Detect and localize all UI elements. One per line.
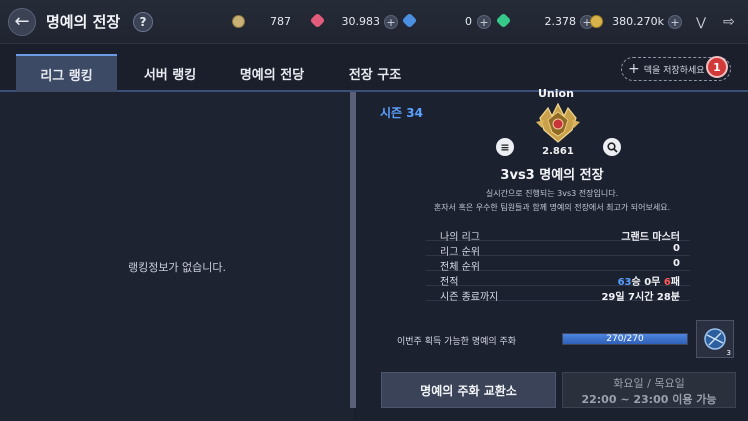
honor-coin-label: 이번주 획득 가능한 명예의 주화: [397, 337, 517, 347]
union-name: Union: [538, 87, 574, 100]
save-deck-label: 덱을 저장하세요: [643, 65, 705, 76]
exit-icon[interactable]: ⇨: [720, 13, 738, 31]
honor-coin-item[interactable]: 3: [696, 320, 734, 358]
stat-row-season-end: 시즌 종료까지 29일 7시간 28분: [426, 286, 690, 303]
stats-table: 나의 리그 그랜드 마스터 리그 순위 0 전체 순위 0 전적 63승 0무 …: [426, 226, 690, 303]
mode-title: 3vs3 명예의 전장: [500, 168, 604, 183]
search-icon: [606, 141, 618, 153]
back-button[interactable]: ←: [8, 8, 36, 36]
schedule-days: 화요일 / 목요일: [613, 377, 685, 390]
ranking-list-panel: 랭킹정보가 없습니다.: [0, 92, 354, 421]
add-currency-button[interactable]: +: [477, 15, 491, 29]
green-gem-icon: [495, 12, 512, 29]
currency-value: 0: [465, 15, 472, 28]
mode-description-line2: 혼자서 혹은 우수한 팀원들과 함께 명예의 전장에서 최고가 되어보세요.: [433, 203, 671, 212]
tab-battlefield-structure[interactable]: 전장 구조: [330, 54, 420, 92]
tab-server-ranking[interactable]: 서버 랭킹: [124, 54, 216, 92]
mode-description-line1: 실시간으로 진행되는 3vs3 전장입니다.: [485, 189, 619, 198]
add-currency-button[interactable]: +: [668, 15, 682, 29]
progress-text: 270/270: [606, 334, 644, 344]
currency-value: 2.378: [544, 15, 577, 28]
grand-master-emblem-icon: [536, 102, 580, 143]
currency-value: 380.270k: [612, 15, 664, 28]
honor-coin-exchange-button[interactable]: 명예의 주화 교환소: [381, 372, 556, 408]
league-score: 2.861: [542, 146, 574, 157]
season-label: 시즌 34: [380, 106, 423, 120]
schedule-info: 화요일 / 목요일 22:00 ~ 23:00 이용 가능: [562, 372, 736, 408]
empty-ranking-message: 랭킹정보가 없습니다.: [127, 261, 227, 274]
stat-row-record: 전적 63승 0무 6패: [426, 271, 690, 288]
honor-coin-progress: 270/270: [562, 333, 688, 345]
schedule-time: 22:00 ~ 23:00 이용 가능: [581, 393, 717, 406]
help-button[interactable]: ?: [133, 12, 153, 32]
arrow-left-icon: ←: [14, 11, 30, 32]
top-bar: ← 명예의 전장 ? 787 30.983 + 0 + 2.378 + 380.…: [0, 0, 748, 44]
honor-coin-icon: [704, 328, 726, 350]
chevron-double-down-icon[interactable]: ⋁: [692, 13, 710, 31]
stat-row-my-league: 나의 리그 그랜드 마스터: [426, 226, 690, 243]
menu-icon: ≡: [500, 140, 510, 154]
page-title: 명예의 전장: [46, 13, 121, 31]
currency-value: 30.983: [341, 15, 381, 28]
tab-hall-of-fame[interactable]: 명예의 전당: [224, 54, 320, 92]
stat-label: 시즌 종료까지: [440, 292, 499, 303]
search-button[interactable]: [603, 138, 621, 156]
stat-row-total-rank: 전체 순위 0: [426, 256, 690, 273]
stat-row-league-rank: 리그 순위 0: [426, 241, 690, 258]
stat-value: 0: [673, 243, 680, 254]
menu-list-button[interactable]: ≡: [496, 138, 514, 156]
coin-stack-icon: [232, 15, 245, 28]
tab-league-ranking[interactable]: 리그 랭킹: [16, 54, 117, 92]
add-currency-button[interactable]: +: [384, 15, 398, 29]
stat-value: 0: [673, 258, 680, 269]
stat-value: 29일 7시간 28분: [601, 292, 680, 303]
blue-crystal-icon: [401, 12, 418, 29]
notification-badge: 1: [706, 56, 728, 78]
plus-icon: +: [628, 61, 640, 77]
item-count: 3: [726, 349, 731, 357]
gold-coin-icon: [590, 15, 603, 28]
